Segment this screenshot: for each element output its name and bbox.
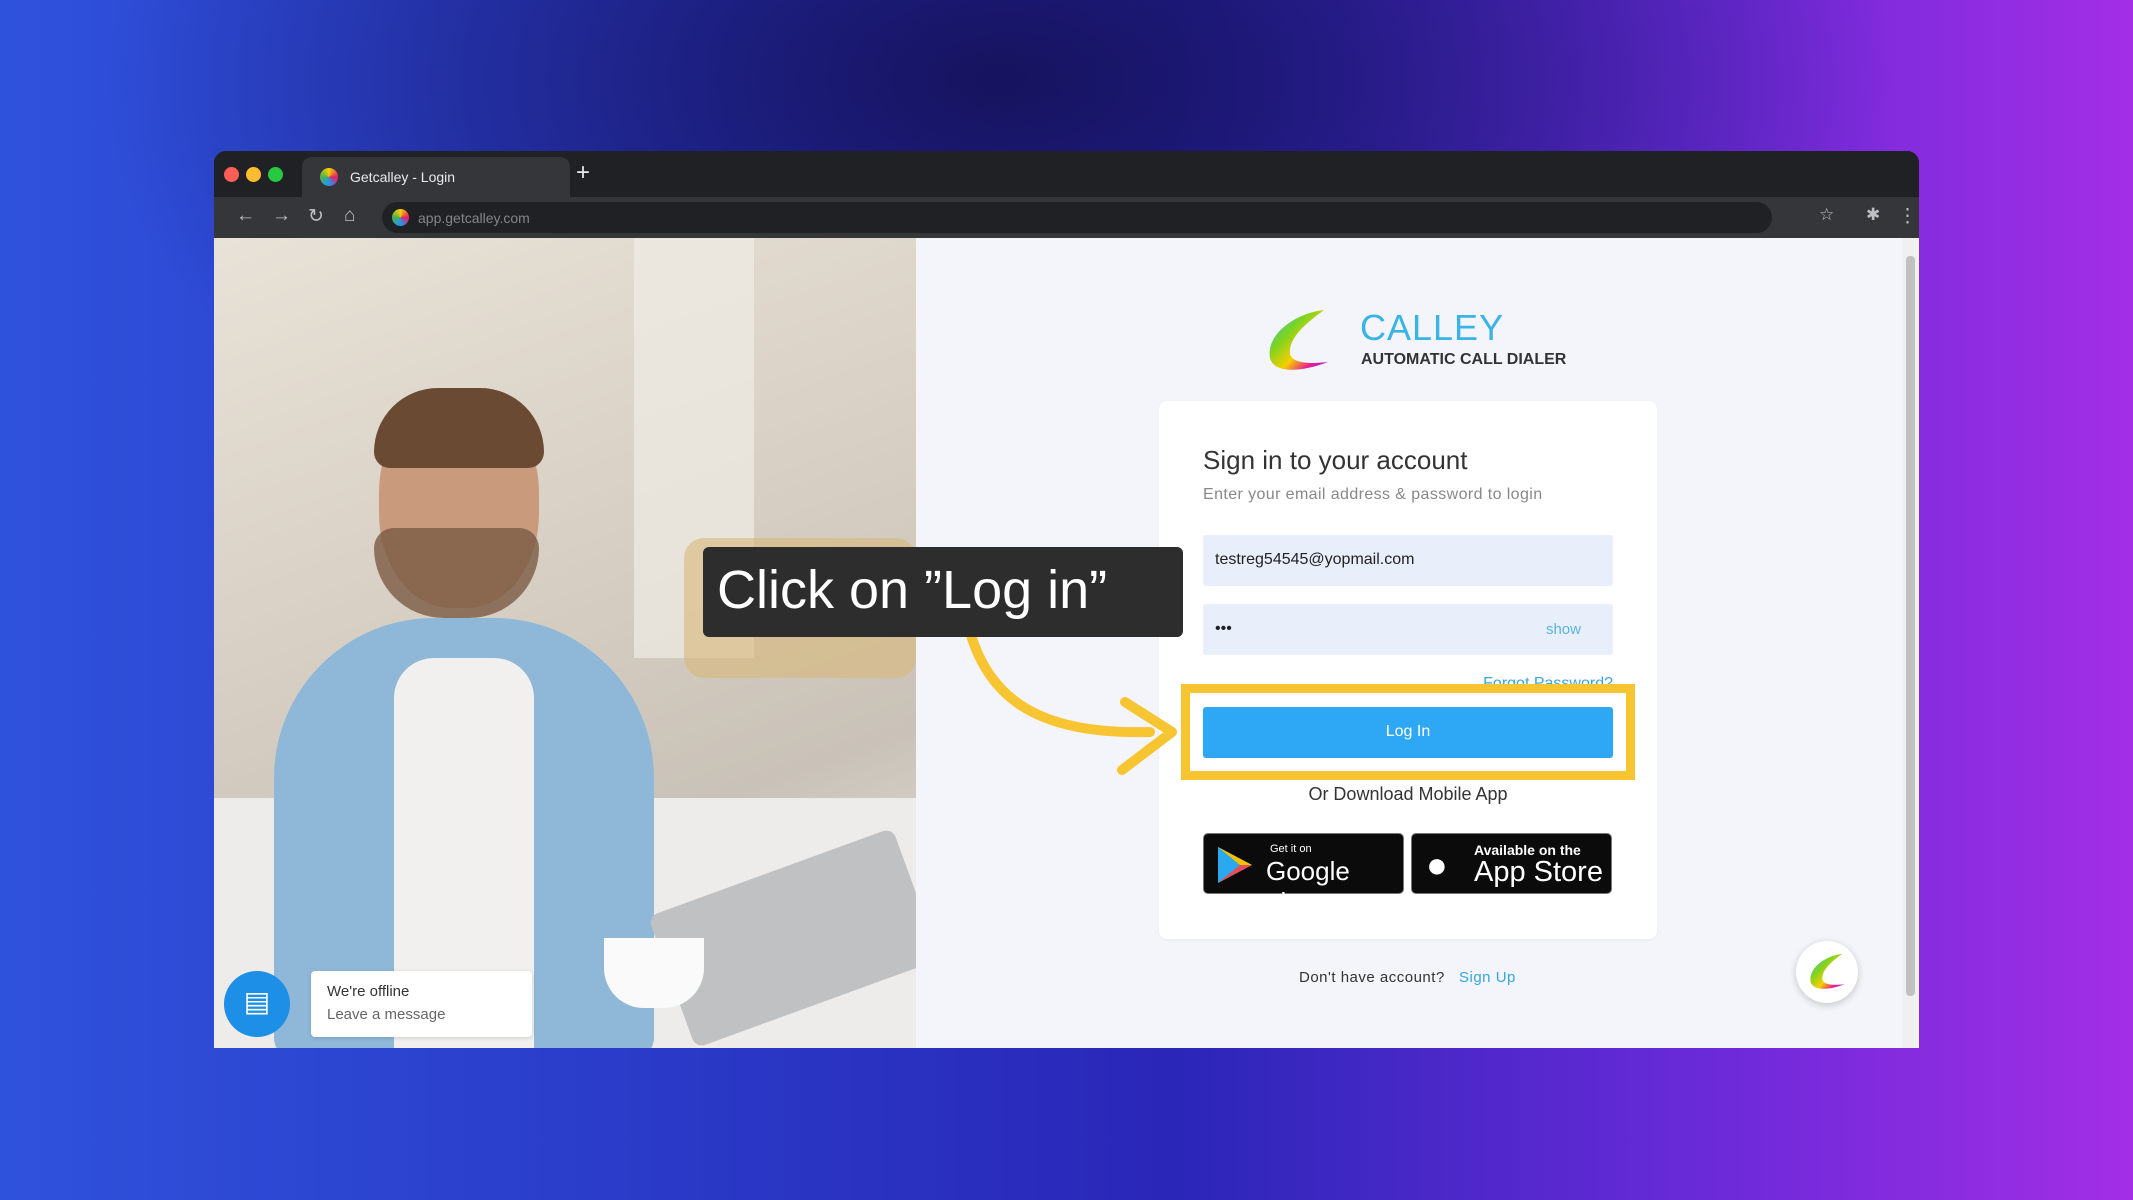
brand-tagline: AUTOMATIC CALL DIALER	[1361, 351, 1567, 368]
menu-icon[interactable]: ⋮	[1898, 205, 1917, 228]
show-password-toggle[interactable]: show	[1546, 621, 1581, 638]
forward-icon[interactable]: →	[272, 205, 291, 227]
login-card: Sign in to your account Enter your email…	[1159, 401, 1657, 939]
extensions-icon[interactable]: ✱	[1866, 205, 1880, 225]
minimize-window-button[interactable]	[246, 167, 261, 182]
calley-floating-button[interactable]	[1796, 941, 1858, 1003]
back-icon[interactable]: ←	[236, 205, 255, 227]
scrollbar-thumb[interactable]	[1906, 256, 1915, 996]
maximize-window-button[interactable]	[268, 167, 283, 182]
arrow-icon	[965, 627, 1177, 775]
url-text: app.getcalley.com	[418, 210, 530, 226]
google-badge-small: Get it on	[1270, 843, 1312, 855]
instruction-callout: Click on ”Log in”	[703, 547, 1183, 637]
hero-photo	[214, 238, 916, 1048]
chat-widget[interactable]: We're offline Leave a message	[311, 971, 532, 1037]
address-bar-row: ← → ↻ ⌂ app.getcalley.com ☆ ✱ ⋮	[214, 197, 1919, 238]
home-icon[interactable]: ⌂	[344, 205, 355, 227]
brand-name: CALLEY	[1360, 307, 1505, 348]
login-highlight-box	[1181, 684, 1635, 780]
chat-status: We're offline	[327, 983, 410, 1000]
tab-title: Getcalley - Login	[350, 169, 456, 185]
scrollbar[interactable]	[1902, 238, 1919, 1048]
sign-up-link[interactable]: Sign Up	[1459, 969, 1516, 986]
browser-tab[interactable]: Getcalley - Login	[302, 157, 570, 197]
chat-action: Leave a message	[327, 1006, 446, 1023]
site-icon	[392, 209, 409, 226]
chat-icon[interactable]: ▤	[224, 971, 290, 1037]
tab-bar: Getcalley - Login +	[214, 151, 1919, 197]
apple-icon: ●	[1426, 844, 1448, 885]
download-app-label: Or Download Mobile App	[1308, 784, 1508, 804]
url-input[interactable]: app.getcalley.com	[382, 202, 1772, 233]
reload-icon[interactable]: ↻	[308, 205, 324, 228]
login-subtitle: Enter your email address & password to l…	[1203, 486, 1543, 503]
calley-logo-icon	[1262, 306, 1334, 376]
favicon-icon	[320, 168, 338, 186]
new-tab-button[interactable]: +	[576, 159, 590, 187]
login-title: Sign in to your account	[1203, 445, 1468, 475]
password-input[interactable]: ••• show	[1203, 604, 1613, 655]
app-store-badge[interactable]: ● Available on the App Store	[1411, 833, 1612, 894]
calley-float-icon	[1810, 953, 1845, 989]
no-account-text: Don't have account?	[1299, 969, 1445, 986]
google-play-badge[interactable]: Get it on Google play	[1203, 833, 1404, 917]
close-window-button[interactable]	[224, 167, 239, 182]
bookmark-star-icon[interactable]: ☆	[1819, 205, 1834, 225]
google-badge-big: Google play	[1266, 856, 1350, 917]
apple-badge-big: App Store	[1474, 856, 1603, 888]
password-value: •••	[1215, 620, 1232, 637]
google-play-icon	[1218, 847, 1252, 883]
email-input[interactable]: testreg54545@yopmail.com	[1203, 535, 1613, 586]
